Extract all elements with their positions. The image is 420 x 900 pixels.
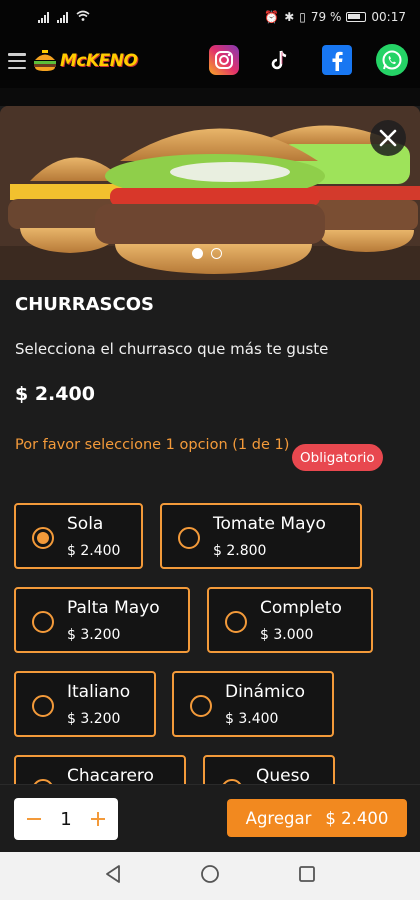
system-nav-bar <box>0 852 420 900</box>
menu-icon[interactable] <box>8 50 26 72</box>
option-name: Chacarero <box>67 766 154 786</box>
option-price: $ 3.200 <box>67 627 121 643</box>
minus-icon <box>27 818 41 820</box>
close-icon <box>379 129 397 147</box>
option-price: $ 3.200 <box>67 711 121 727</box>
status-bar: ⏰ ✱ ▯ 79 % 00:17 <box>0 0 420 34</box>
vibrate-icon: ▯ <box>299 10 306 24</box>
product-title: CHURRASCOS <box>15 294 154 315</box>
option-name: Sola <box>67 514 104 534</box>
option-italiano[interactable]: Italiano $ 3.200 <box>14 671 156 737</box>
option-prompt: Por favor seleccione 1 opcion (1 de 1) <box>15 437 290 453</box>
cell-signal-1-icon <box>38 11 49 23</box>
wifi-icon <box>76 10 90 24</box>
option-sola[interactable]: Sola $ 2.400 <box>14 503 143 569</box>
decrement-button[interactable] <box>26 807 42 831</box>
product-description: Selecciona el churrasco que más te guste <box>15 340 329 358</box>
logo-text: McKENO <box>60 51 138 71</box>
radio-unselected[interactable] <box>225 611 247 633</box>
instagram-icon[interactable] <box>209 45 239 75</box>
status-right: ⏰ ✱ ▯ 79 % 00:17 <box>264 10 406 24</box>
option-name: Tomate Mayo <box>213 514 326 534</box>
option-price: $ 2.800 <box>213 543 267 559</box>
option-price: $ 3.000 <box>260 627 314 643</box>
status-left <box>38 10 90 24</box>
battery-icon <box>346 12 367 22</box>
tiktok-icon[interactable] <box>265 45 295 75</box>
option-name: Palta Mayo <box>67 598 160 618</box>
alarm-icon: ⏰ <box>264 10 280 24</box>
burger-logo-icon <box>32 49 58 73</box>
radio-selected[interactable] <box>32 527 54 549</box>
carousel-dots <box>192 248 222 259</box>
cell-signal-2-icon <box>57 11 68 23</box>
carousel-dot[interactable] <box>211 248 222 259</box>
back-icon[interactable] <box>104 864 122 888</box>
radio-unselected[interactable] <box>32 611 54 633</box>
add-to-cart-button[interactable]: Agregar $ 2.400 <box>227 799 407 837</box>
option-name: Dinámico <box>225 682 306 702</box>
product-price: $ 2.400 <box>15 383 95 405</box>
battery-percent: 79 % <box>310 10 342 24</box>
option-palta-mayo[interactable]: Palta Mayo $ 3.200 <box>14 587 190 653</box>
option-name: Italiano <box>67 682 131 702</box>
increment-button[interactable] <box>90 807 106 831</box>
option-price: $ 2.400 <box>67 543 121 559</box>
option-name: Queso <box>256 766 310 786</box>
add-label: Agregar <box>245 808 312 828</box>
recents-icon[interactable] <box>298 865 316 887</box>
home-icon[interactable] <box>200 864 220 888</box>
close-button[interactable] <box>370 120 406 156</box>
required-badge: Obligatorio <box>292 444 383 471</box>
radio-unselected[interactable] <box>178 527 200 549</box>
radio-unselected[interactable] <box>32 695 54 717</box>
radio-unselected[interactable] <box>190 695 212 717</box>
option-name: Completo <box>260 598 342 618</box>
carousel-dot[interactable] <box>192 248 203 259</box>
clock: 00:17 <box>371 10 406 24</box>
facebook-icon[interactable] <box>322 45 352 75</box>
brand-logo[interactable]: McKENO <box>32 49 138 73</box>
modal-backdrop[interactable] <box>0 88 420 106</box>
whatsapp-icon[interactable] <box>376 44 408 76</box>
option-tomate-mayo[interactable]: Tomate Mayo $ 2.800 <box>160 503 362 569</box>
bluetooth-icon: ✱ <box>284 10 295 24</box>
quantity-value: 1 <box>60 808 72 830</box>
option-dinamico[interactable]: Dinámico $ 3.400 <box>172 671 334 737</box>
option-completo[interactable]: Completo $ 3.000 <box>207 587 373 653</box>
quantity-stepper: 1 <box>14 798 118 840</box>
add-price: $ 2.400 <box>325 808 389 828</box>
option-price: $ 3.400 <box>225 711 279 727</box>
plus-icon <box>90 812 105 826</box>
